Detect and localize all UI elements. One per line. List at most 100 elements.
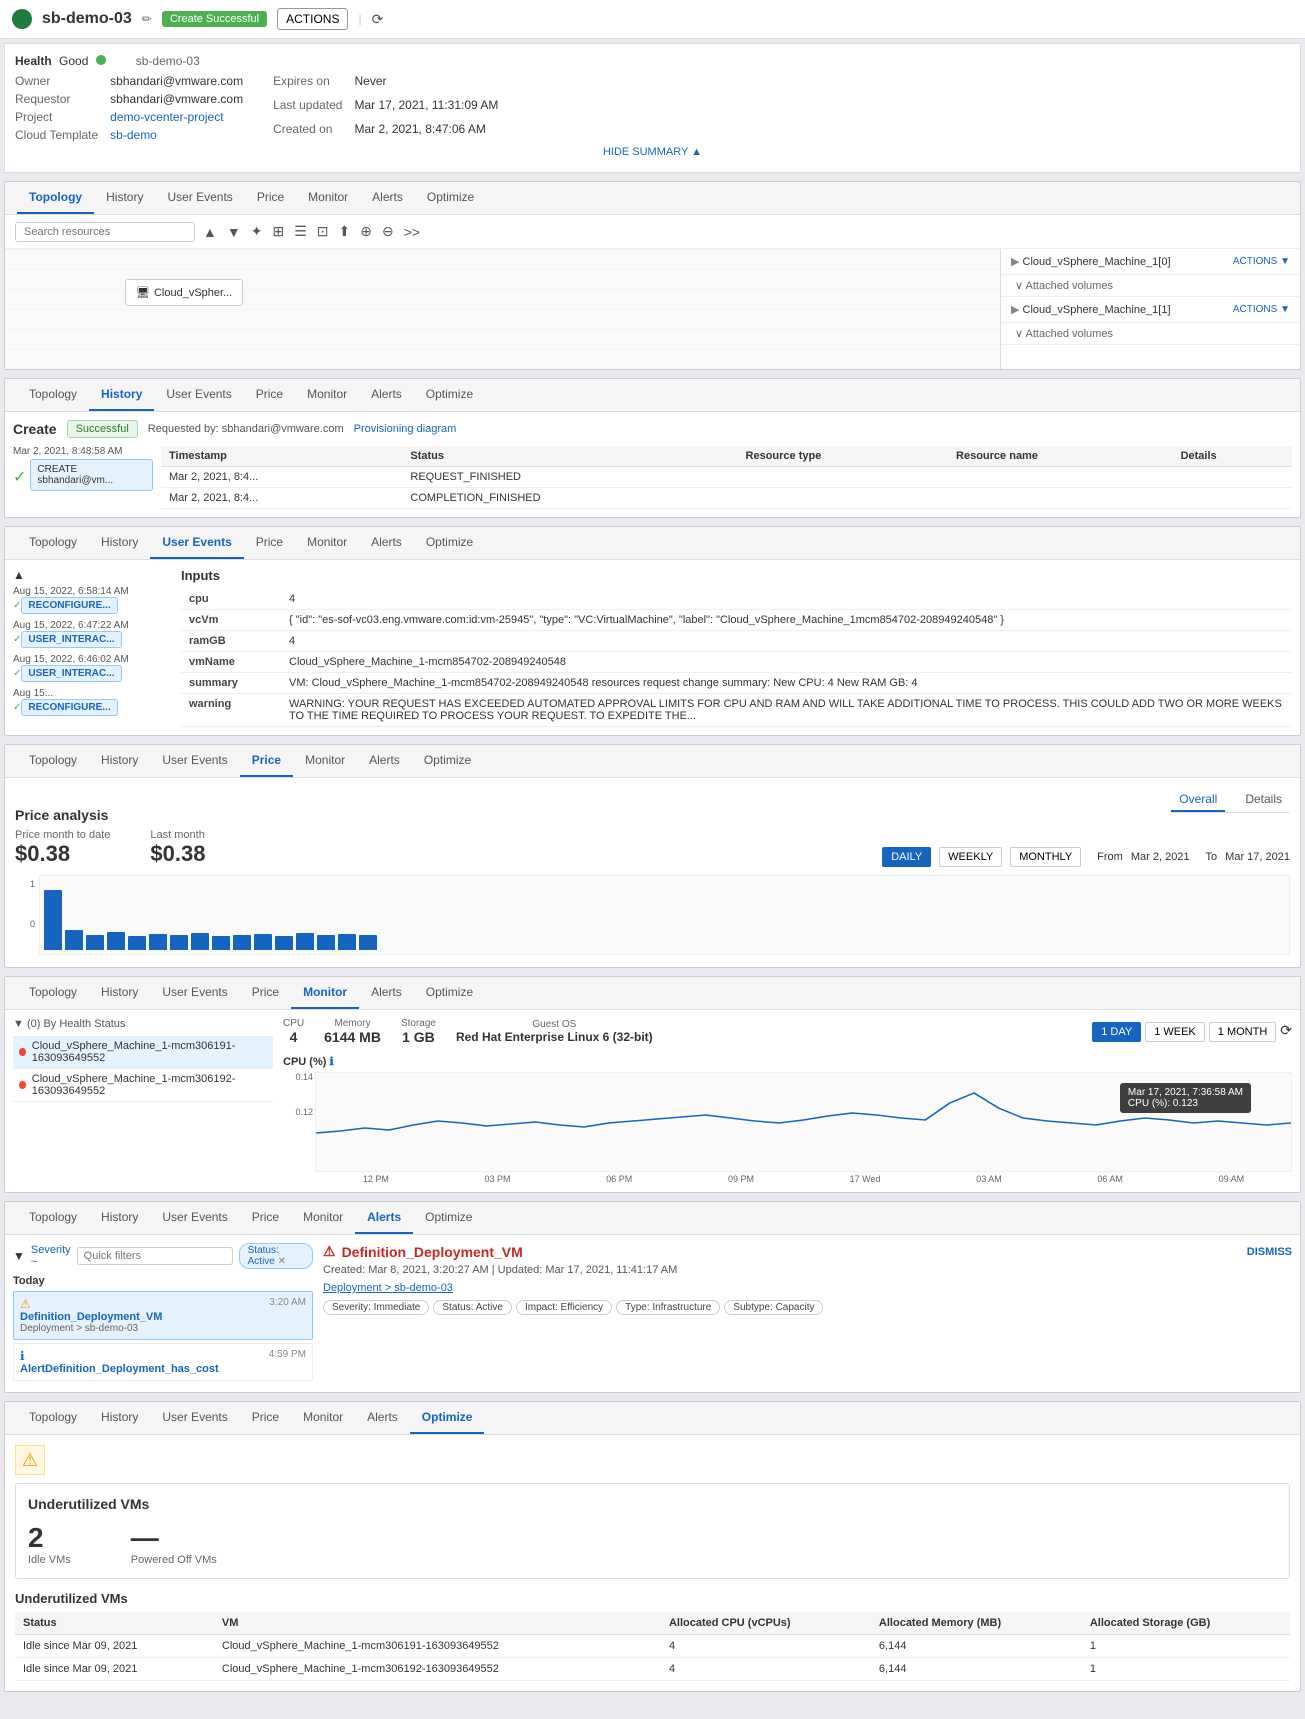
tab-optimize-ue[interactable]: Optimize — [414, 527, 485, 559]
monitor-period-1month[interactable]: 1 MONTH — [1209, 1022, 1277, 1042]
vm-list-item-0[interactable]: Cloud_vSphere_Machine_1-mcm306191-163093… — [13, 1036, 273, 1069]
refresh-icon[interactable]: ⟳ — [372, 11, 384, 28]
sort-asc-icon[interactable]: ▲ — [201, 222, 219, 242]
alert-breadcrumb-link[interactable]: Deployment > sb-demo-03 — [323, 1282, 453, 1294]
tab-monitor-p[interactable]: Monitor — [293, 745, 357, 777]
actions-link-1[interactable]: ACTIONS ▼ — [1233, 304, 1290, 315]
tab-history[interactable]: History — [94, 182, 155, 214]
tab-user-events[interactable]: User Events — [155, 182, 244, 214]
tab-optimize-p[interactable]: Optimize — [412, 745, 483, 777]
monitor-refresh-icon[interactable]: ⟳ — [1280, 1022, 1292, 1042]
tab-history-ue[interactable]: History — [89, 527, 150, 559]
tab-alerts-ue[interactable]: Alerts — [359, 527, 414, 559]
tab-user-events-m[interactable]: User Events — [150, 977, 239, 1009]
tab-price[interactable]: Price — [245, 182, 296, 214]
tab-optimize-m[interactable]: Optimize — [414, 977, 485, 1009]
attached-volumes-1: ∨ Attached volumes — [1001, 323, 1300, 345]
period-btn-monthly[interactable]: MONTHLY — [1010, 847, 1081, 867]
tab-topology-opt[interactable]: Topology — [17, 1402, 89, 1434]
tab-history-p[interactable]: History — [89, 745, 150, 777]
more-icon[interactable]: >> — [402, 222, 422, 242]
tab-history-m[interactable]: History — [89, 977, 150, 1009]
sort-desc-icon[interactable]: ▼ — [225, 222, 243, 242]
tab-optimize-opt[interactable]: Optimize — [410, 1402, 485, 1434]
connect-icon[interactable]: ✦ — [249, 221, 265, 242]
tab-alerts-al[interactable]: Alerts — [355, 1202, 413, 1234]
alert-item-0[interactable]: ⚠ 3:20 AM Definition_Deployment_VM Deplo… — [13, 1291, 313, 1340]
tab-price-p[interactable]: Price — [240, 745, 293, 777]
zoom-in-icon[interactable]: ⊕ — [358, 221, 374, 242]
grid-icon[interactable]: ⊞ — [270, 221, 286, 242]
tab-topology[interactable]: Topology — [17, 182, 94, 214]
history-event-item[interactable]: CREATE sbhandari@vm... — [30, 459, 153, 491]
tab-user-events-al[interactable]: User Events — [150, 1202, 239, 1234]
vm-node[interactable]: 🖥 Cloud_vSpher... — [125, 279, 243, 306]
dismiss-button[interactable]: DISMISS — [1247, 1246, 1292, 1258]
period-btn-weekly[interactable]: WEEKLY — [939, 847, 1002, 867]
tab-price-opt[interactable]: Price — [240, 1402, 291, 1434]
tab-topology-p[interactable]: Topology — [17, 745, 89, 777]
tab-alerts-m[interactable]: Alerts — [359, 977, 414, 1009]
user-event-item-1[interactable]: Aug 15, 2022, 6:47:22 AM✓USER_INTERAC... — [13, 620, 173, 648]
tab-monitor-h[interactable]: Monitor — [295, 379, 359, 411]
health-section: Health Good — [15, 54, 106, 68]
tab-user-events-p[interactable]: User Events — [150, 745, 239, 777]
period-btn-daily[interactable]: DAILY — [882, 847, 931, 867]
severity-button[interactable]: Severity ~ — [31, 1244, 71, 1268]
tab-monitor-m[interactable]: Monitor — [291, 977, 359, 1009]
tab-price-ue[interactable]: Price — [244, 527, 295, 559]
health-filter-label[interactable]: ▼ (0) By Health Status — [13, 1018, 273, 1030]
tab-topology-ue[interactable]: Topology — [17, 527, 89, 559]
topology-item-1[interactable]: ▶ Cloud_vSphere_Machine_1[1] ACTIONS ▼ — [1001, 297, 1300, 323]
tab-optimize[interactable]: Optimize — [415, 182, 486, 214]
user-event-item-3[interactable]: Aug 15...✓RECONFIGURE... — [13, 688, 173, 716]
zoom-out-icon[interactable]: ⊖ — [380, 221, 396, 242]
monitor-period-1week[interactable]: 1 WEEK — [1145, 1022, 1205, 1042]
upload-icon[interactable]: ⬆ — [336, 221, 352, 242]
tab-user-events-opt[interactable]: User Events — [150, 1402, 239, 1434]
alert-item-1[interactable]: ℹ 4:59 PM AlertDefinition_Deployment_has… — [13, 1343, 313, 1381]
user-event-item-2[interactable]: Aug 15, 2022, 6:46:02 AM✓USER_INTERAC... — [13, 654, 173, 682]
tab-history-opt[interactable]: History — [89, 1402, 150, 1434]
tab-topology-h[interactable]: Topology — [17, 379, 89, 411]
tab-monitor-opt[interactable]: Monitor — [291, 1402, 355, 1434]
vm-list-item-1[interactable]: Cloud_vSphere_Machine_1-mcm306192-163093… — [13, 1069, 273, 1102]
input-label-4: summary — [181, 673, 281, 694]
tab-alerts-p[interactable]: Alerts — [357, 745, 412, 777]
cloud-template-link[interactable]: sb-demo — [110, 128, 243, 142]
tab-history-h[interactable]: History — [89, 379, 154, 411]
tab-monitor-al[interactable]: Monitor — [291, 1202, 355, 1234]
tab-optimize-h[interactable]: Optimize — [414, 379, 485, 411]
tab-price-h[interactable]: Price — [244, 379, 295, 411]
tab-user-events-ue[interactable]: User Events — [150, 527, 243, 559]
actions-link-0[interactable]: ACTIONS ▼ — [1233, 256, 1290, 267]
tab-topology-m[interactable]: Topology — [17, 977, 89, 1009]
collapse-icon[interactable]: ▲ — [13, 568, 25, 582]
topology-item-0[interactable]: ▶ Cloud_vSphere_Machine_1[0] ACTIONS ▼ — [1001, 249, 1300, 275]
tab-history-al[interactable]: History — [89, 1202, 150, 1234]
price-tab-overall[interactable]: Overall — [1171, 788, 1225, 812]
tab-alerts[interactable]: Alerts — [360, 182, 415, 214]
tab-alerts-h[interactable]: Alerts — [359, 379, 414, 411]
tab-alerts-opt[interactable]: Alerts — [355, 1402, 410, 1434]
provision-link[interactable]: Provisioning diagram — [354, 423, 457, 435]
tab-optimize-al[interactable]: Optimize — [413, 1202, 484, 1234]
tab-topology-al[interactable]: Topology — [17, 1202, 89, 1234]
edit-icon[interactable]: ✏ — [142, 12, 152, 26]
monitor-period-1day[interactable]: 1 DAY — [1092, 1022, 1141, 1042]
tab-price-m[interactable]: Price — [240, 977, 291, 1009]
tab-monitor-ue[interactable]: Monitor — [295, 527, 359, 559]
actions-button[interactable]: ACTIONS — [277, 8, 348, 30]
tab-user-events-h[interactable]: User Events — [154, 379, 243, 411]
tab-price-al[interactable]: Price — [240, 1202, 291, 1234]
quick-filter-input[interactable] — [77, 1247, 233, 1265]
status-filter-close-icon[interactable]: ✕ — [278, 1256, 286, 1267]
search-input[interactable] — [15, 222, 195, 242]
tab-monitor[interactable]: Monitor — [296, 182, 360, 214]
project-link[interactable]: demo-vcenter-project — [110, 110, 243, 124]
list-icon[interactable]: ☰ — [292, 221, 309, 242]
layout-icon[interactable]: ⊡ — [315, 221, 331, 242]
user-event-item-0[interactable]: Aug 15, 2022, 6:58:14 AM✓RECONFIGURE... — [13, 586, 173, 614]
price-tab-details[interactable]: Details — [1237, 788, 1290, 812]
hide-summary-button[interactable]: HIDE SUMMARY ▲ — [15, 142, 1290, 162]
